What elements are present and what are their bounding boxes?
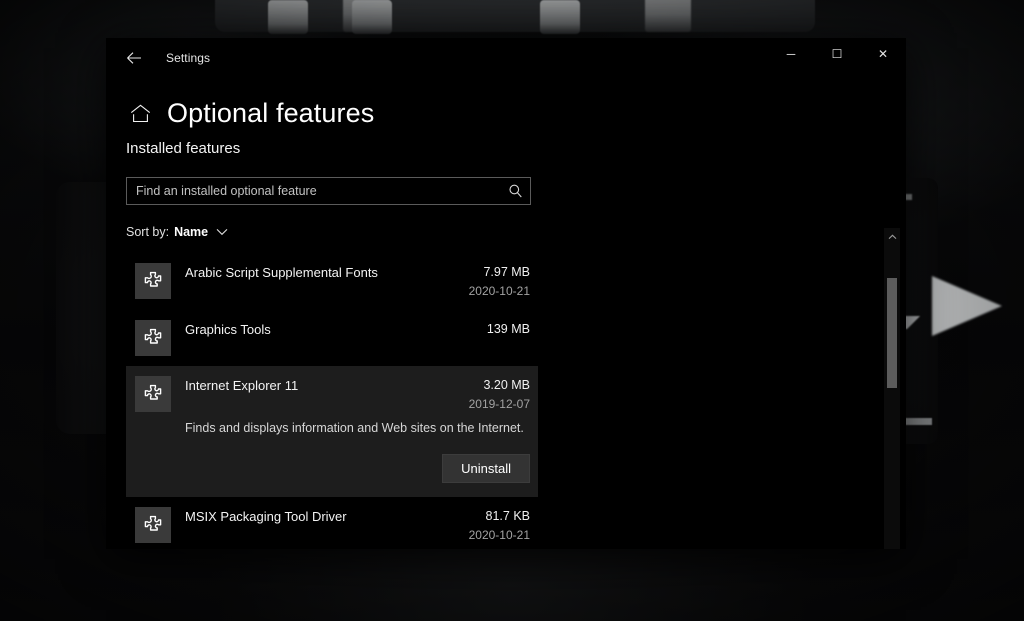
feature-list-item[interactable]: Graphics Tools 139 MB — [126, 310, 538, 366]
page-title: Optional features — [167, 98, 374, 129]
feature-text: Internet Explorer 11 — [171, 376, 454, 394]
sort-by-value: Name — [174, 225, 208, 239]
back-button[interactable] — [112, 42, 156, 74]
sort-by-label: Sort by: — [126, 225, 169, 239]
wallpaper-top-part-b — [352, 0, 392, 34]
feature-name: Arabic Script Supplemental Fonts — [185, 264, 454, 281]
page-header: Optional features — [106, 78, 906, 134]
scrollbar-track[interactable] — [884, 244, 900, 549]
minimize-icon: ─ — [787, 48, 796, 60]
feature-actions: Uninstall — [126, 454, 538, 483]
sort-by-control[interactable]: Sort by: Name — [126, 225, 906, 239]
feature-row-main: Internet Explorer 11 3.20 MB 2019-12-07 — [126, 376, 538, 413]
wallpaper-top-part-c — [540, 0, 580, 34]
wallpaper-right-cone — [932, 276, 1002, 336]
puzzle-piece-icon — [135, 376, 171, 412]
feature-size: 3.20 MB — [454, 377, 530, 394]
uninstall-button[interactable]: Uninstall — [442, 454, 530, 483]
feature-list-item[interactable]: MSIX Packaging Tool Driver 81.7 KB 2020-… — [126, 497, 538, 549]
feature-description: Finds and displays information and Web s… — [126, 420, 538, 437]
feature-name: Internet Explorer 11 — [185, 377, 454, 394]
installed-features-list: Arabic Script Supplemental Fonts 7.97 MB… — [126, 253, 538, 549]
feature-row-main: Graphics Tools 139 MB — [126, 320, 538, 356]
feature-date: 2020-10-21 — [454, 527, 530, 544]
feature-meta: 7.97 MB 2020-10-21 — [454, 263, 538, 300]
search-icon[interactable] — [508, 184, 523, 199]
puzzle-piece-icon — [135, 507, 171, 543]
title-bar: Settings ─ ☐ ✕ — [106, 38, 906, 78]
search-input[interactable] — [126, 177, 531, 205]
chevron-up-icon — [888, 227, 897, 245]
close-button[interactable]: ✕ — [860, 38, 906, 70]
feature-meta: 81.7 KB 2020-10-21 — [454, 507, 538, 544]
puzzle-piece-icon — [135, 320, 171, 356]
puzzle-piece-icon — [135, 263, 171, 299]
feature-text: Arabic Script Supplemental Fonts — [171, 263, 454, 281]
scroll-up-button[interactable] — [884, 228, 900, 244]
chevron-down-icon — [216, 228, 228, 236]
feature-name: MSIX Packaging Tool Driver — [185, 508, 454, 525]
feature-size: 81.7 KB — [454, 508, 530, 525]
feature-name: Graphics Tools — [185, 321, 454, 338]
wallpaper-top-part-a — [268, 0, 308, 34]
feature-date: 2020-10-21 — [454, 283, 530, 300]
feature-text: MSIX Packaging Tool Driver — [171, 507, 454, 525]
arrow-left-icon — [126, 51, 142, 65]
feature-list-item[interactable]: Arabic Script Supplemental Fonts 7.97 MB… — [126, 253, 538, 310]
feature-size: 139 MB — [454, 321, 530, 338]
feature-row-main: MSIX Packaging Tool Driver 81.7 KB 2020-… — [126, 507, 538, 544]
maximize-button[interactable]: ☐ — [814, 38, 860, 70]
feature-date: 2019-12-07 — [454, 396, 530, 413]
scrollbar-thumb[interactable] — [887, 278, 897, 388]
feature-meta: 139 MB — [454, 320, 538, 338]
maximize-icon: ☐ — [832, 48, 843, 60]
vertical-scrollbar[interactable] — [884, 228, 900, 549]
minimize-button[interactable]: ─ — [768, 38, 814, 70]
close-icon: ✕ — [878, 48, 888, 60]
home-icon[interactable] — [130, 104, 151, 123]
feature-list-item-selected[interactable]: Internet Explorer 11 3.20 MB 2019-12-07 … — [126, 366, 538, 497]
search-box — [126, 177, 531, 205]
content-area: Installed features Sort by: Name — [106, 140, 906, 549]
feature-row-main: Arabic Script Supplemental Fonts 7.97 MB… — [126, 263, 538, 300]
settings-window: Settings ─ ☐ ✕ Optional features Install… — [106, 38, 906, 549]
window-controls: ─ ☐ ✕ — [768, 38, 906, 70]
feature-meta: 3.20 MB 2019-12-07 — [454, 376, 538, 413]
app-title: Settings — [166, 51, 210, 65]
feature-size: 7.97 MB — [454, 264, 530, 281]
section-title: Installed features — [126, 140, 906, 157]
feature-text: Graphics Tools — [171, 320, 454, 338]
